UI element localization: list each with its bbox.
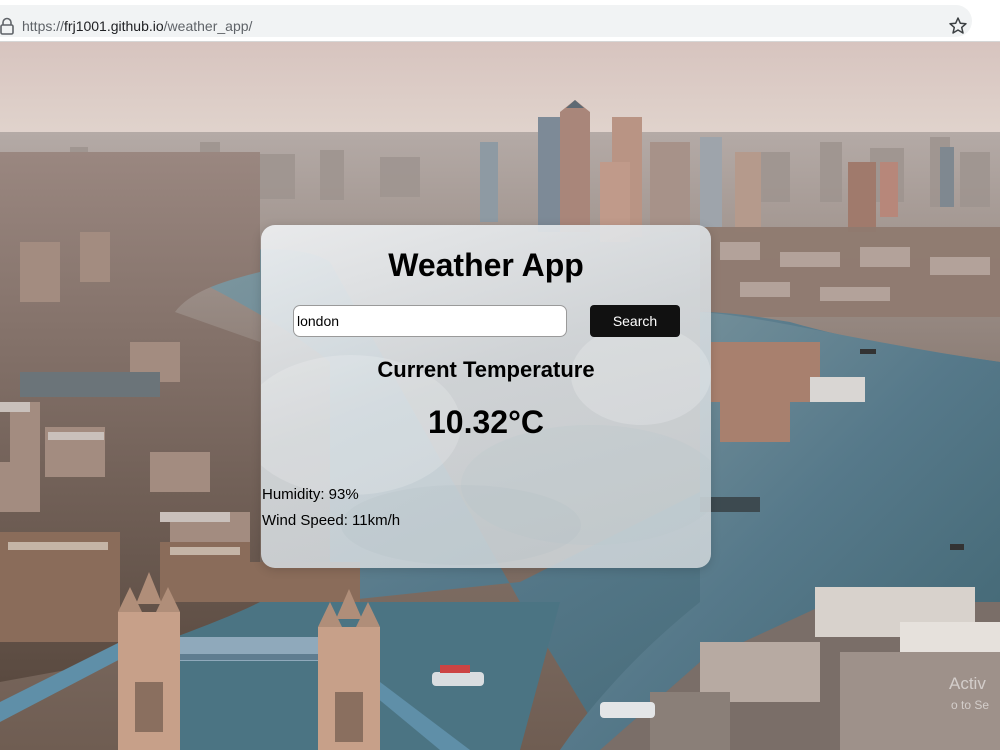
city-search-input[interactable] (293, 305, 567, 337)
activation-watermark-line1: Activ (949, 674, 986, 693)
wind-speed-text: Wind Speed: 11km/h (262, 512, 401, 529)
humidity-text: Humidity: 93% (262, 486, 359, 503)
url-host: frj1001.github.io (64, 18, 164, 34)
lock-icon[interactable] (0, 17, 14, 35)
activation-watermark-line2: o to Se (951, 698, 990, 712)
current-temperature-heading: Current Temperature (377, 357, 595, 382)
address-bar[interactable]: https://frj1001.github.io/weather_app/ (0, 5, 972, 37)
app-title: Weather App (388, 247, 584, 283)
url-path: /weather_app/ (163, 18, 253, 34)
search-button[interactable]: Search (590, 305, 680, 337)
url-scheme: https:// (22, 18, 65, 34)
star-icon[interactable] (948, 16, 968, 36)
url-text[interactable]: https://frj1001.github.io/weather_app/ (22, 18, 252, 34)
browser-toolbar: https://frj1001.github.io/weather_app/ (0, 0, 1000, 42)
temperature-value: 10.32°C (428, 404, 544, 440)
weather-card: Weather App Search Current Temperature 1… (261, 225, 711, 568)
